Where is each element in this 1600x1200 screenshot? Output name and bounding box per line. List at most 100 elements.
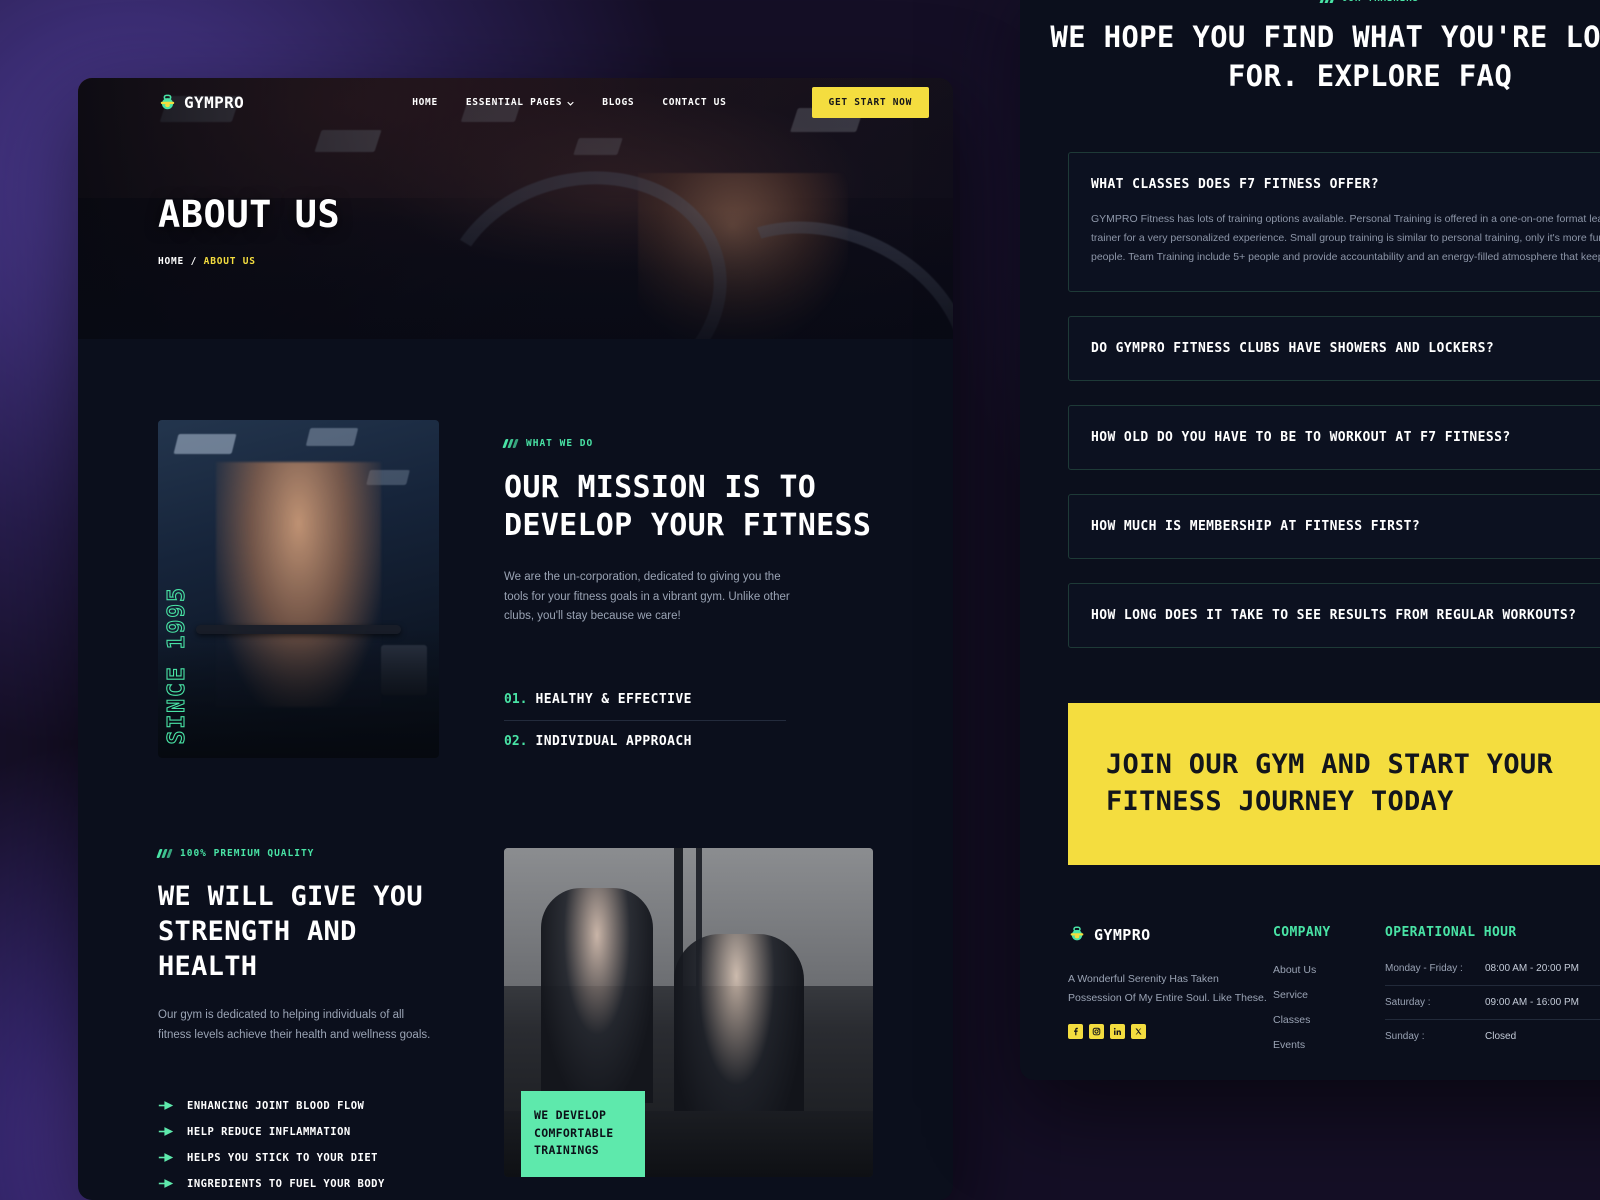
mission-section: SINCE 1995 WHAT WE DO OUR MISSION IS TO …	[158, 420, 873, 762]
about-content: SINCE 1995 WHAT WE DO OUR MISSION IS TO …	[78, 420, 953, 1200]
hero-section: GYMPRO HOME ESSENTIAL PAGES BLOGS CONTAC…	[78, 78, 953, 339]
faq-item[interactable]: DO GYMPRO FITNESS CLUBS HAVE SHOWERS AND…	[1068, 316, 1600, 382]
faq-item[interactable]: HOW MUCH IS MEMBERSHIP AT FITNESS FIRST?	[1068, 494, 1600, 560]
mission-point[interactable]: 02. INDIVIDUAL APPROACH	[504, 721, 786, 762]
benefit-item: INGREDIENTS TO FUEL YOUR BODY	[158, 1178, 439, 1190]
arrow-right-icon	[158, 1100, 174, 1111]
hours-row: Sunday : Closed	[1385, 1020, 1600, 1053]
strength-benefits: ENHANCING JOINT BLOOD FLOW HELP REDUCE I…	[158, 1100, 439, 1190]
breadcrumb-separator: /	[190, 256, 198, 267]
nav-item-contact-us[interactable]: CONTACT US	[662, 97, 726, 108]
training-image: WE DEVELOP COMFORTABLE TRAININGS	[504, 848, 873, 1178]
slash-bars-icon	[1319, 0, 1336, 3]
nav-item-blogs[interactable]: BLOGS	[602, 97, 634, 108]
site-footer: GYMPRO A Wonderful Serenity Has Taken Po…	[1068, 925, 1600, 1053]
linkedin-icon[interactable]	[1110, 1023, 1125, 1039]
faq-question: HOW LONG DOES IT TAKE TO SEE RESULTS FRO…	[1091, 608, 1577, 624]
breadcrumb: HOME / ABOUT US	[158, 256, 340, 267]
strength-text: 100% PREMIUM QUALITY WE WILL GIVE YOU ST…	[156, 848, 439, 1190]
faq-title: WE HOPE YOU FIND WHAT YOU'RE LOOKING FOR…	[1050, 20, 1600, 94]
logo-text: GYMPRO	[184, 92, 245, 112]
faq-question: HOW OLD DO YOU HAVE TO BE TO WORKOUT AT …	[1091, 430, 1511, 446]
hours-day: Sunday :	[1385, 1031, 1425, 1043]
instagram-icon[interactable]	[1089, 1023, 1104, 1039]
image-gradient	[158, 628, 439, 758]
training-badge: WE DEVELOP COMFORTABLE TRAININGS	[521, 1091, 645, 1178]
point-number: 01.	[504, 692, 528, 708]
footer-description: A Wonderful Serenity Has Taken Possessio…	[1068, 973, 1267, 1004]
benefit-item: HELPS YOU STICK TO YOUR DIET	[158, 1152, 439, 1164]
footer-link-events[interactable]: Events	[1273, 1039, 1385, 1051]
hours-time: 08:00 AM - 20:00 PM	[1485, 963, 1579, 975]
arrow-right-icon	[158, 1178, 174, 1189]
mission-heading: OUR MISSION IS TO DEVELOP YOUR FITNESS	[504, 470, 872, 544]
trainer-figure	[540, 887, 653, 1103]
mission-image: SINCE 1995	[158, 420, 439, 758]
footer-company-heading: COMPANY	[1273, 925, 1331, 941]
footer-logo[interactable]: GYMPRO	[1068, 925, 1273, 944]
hours-day: Saturday :	[1385, 997, 1431, 1009]
faq-list: WHAT CLASSES DOES F7 FITNESS OFFER? GYMP…	[1020, 151, 1600, 649]
hours-time: 09:00 AM - 16:00 PM	[1485, 997, 1579, 1009]
mission-eyebrow-label: WHAT WE DO	[526, 438, 594, 449]
nav-label: BLOGS	[602, 96, 635, 108]
since-label: SINCE 1995	[163, 585, 190, 745]
footer-brand: GYMPRO A Wonderful Serenity Has Taken Po…	[1068, 925, 1273, 1053]
footer-hours-column: OPERATIONAL HOUR Monday - Friday : 08:00…	[1385, 925, 1600, 1053]
about-page-panel: GYMPRO HOME ESSENTIAL PAGES BLOGS CONTAC…	[78, 78, 953, 1200]
nav-item-home[interactable]: HOME	[412, 97, 438, 108]
facebook-icon[interactable]	[1068, 1023, 1083, 1039]
slash-bars-icon	[156, 849, 173, 859]
join-cta-heading: JOIN OUR GYM AND START YOUR FITNESS JOUR…	[1106, 749, 1553, 818]
nav-item-essential-pages[interactable]: ESSENTIAL PAGES	[466, 97, 574, 108]
hours-table: Monday - Friday : 08:00 AM - 20:00 PM Sa…	[1385, 952, 1600, 1053]
faq-answer: GYMPRO Fitness has lots of training opti…	[1091, 212, 1600, 264]
faq-eyebrow: OUR TRAINERS	[1020, 0, 1600, 4]
footer-logo-text: GYMPRO	[1094, 925, 1151, 944]
footer-link-service[interactable]: Service	[1273, 989, 1385, 1001]
hours-time: Closed	[1485, 1031, 1517, 1043]
strength-paragraph: Our gym is dedicated to helping individu…	[158, 1009, 431, 1042]
kettlebell-icon	[1068, 925, 1087, 944]
breadcrumb-home[interactable]: HOME	[158, 256, 184, 267]
mission-eyebrow: WHAT WE DO	[502, 438, 873, 449]
hours-row: Monday - Friday : 08:00 AM - 20:00 PM	[1385, 952, 1600, 987]
footer-company-links: About Us Service Classes Events	[1273, 964, 1385, 1051]
faq-question: DO GYMPRO FITNESS CLUBS HAVE SHOWERS AND…	[1091, 341, 1495, 357]
mission-points: 01. HEALTHY & EFFECTIVE 02. INDIVIDUAL A…	[504, 679, 786, 762]
chevron-down-icon	[567, 99, 574, 106]
faq-question: WHAT CLASSES DOES F7 FITNESS OFFER?	[1091, 176, 1379, 192]
nav-label: ESSENTIAL PAGES	[465, 96, 563, 108]
benefit-item: HELP REDUCE INFLAMMATION	[158, 1126, 439, 1138]
mission-point[interactable]: 01. HEALTHY & EFFECTIVE	[504, 679, 786, 722]
benefit-label: HELPS YOU STICK TO YOUR DIET	[187, 1151, 379, 1164]
ceiling-light	[305, 428, 359, 446]
footer-hours-heading: OPERATIONAL HOUR	[1385, 925, 1517, 941]
nav-label: HOME	[412, 96, 438, 108]
footer-link-classes[interactable]: Classes	[1273, 1014, 1385, 1026]
site-header: GYMPRO HOME ESSENTIAL PAGES BLOGS CONTAC…	[78, 78, 953, 126]
kettlebell-icon	[158, 93, 177, 112]
join-cta-banner[interactable]: JOIN OUR GYM AND START YOUR FITNESS JOUR…	[1068, 703, 1600, 866]
footer-link-about-us[interactable]: About Us	[1273, 964, 1385, 976]
faq-item[interactable]: HOW OLD DO YOU HAVE TO BE TO WORKOUT AT …	[1068, 405, 1600, 471]
strength-eyebrow-label: 100% PREMIUM QUALITY	[180, 848, 315, 860]
hero-content: ABOUT US HOME / ABOUT US	[158, 196, 340, 267]
arrow-right-icon	[158, 1152, 174, 1163]
faq-question: HOW MUCH IS MEMBERSHIP AT FITNESS FIRST?	[1091, 519, 1421, 535]
x-icon[interactable]	[1131, 1023, 1146, 1039]
point-number: 02.	[504, 734, 528, 750]
strength-eyebrow: 100% PREMIUM QUALITY	[156, 848, 439, 860]
benefit-item: ENHANCING JOINT BLOOD FLOW	[158, 1100, 439, 1112]
get-start-now-button[interactable]: GET START NOW	[811, 86, 929, 118]
faq-item[interactable]: WHAT CLASSES DOES F7 FITNESS OFFER? GYMP…	[1068, 151, 1600, 293]
hours-row: Saturday : 09:00 AM - 16:00 PM	[1385, 986, 1600, 1021]
logo[interactable]: GYMPRO	[158, 93, 244, 112]
slash-bars-icon	[502, 439, 519, 448]
ceiling-light	[173, 434, 237, 454]
breadcrumb-current: ABOUT US	[203, 256, 256, 267]
hours-day: Monday - Friday :	[1385, 963, 1463, 975]
mission-paragraph: We are the un-corporation, dedicated to …	[504, 570, 790, 623]
point-label: INDIVIDUAL APPROACH	[535, 734, 692, 750]
faq-item[interactable]: HOW LONG DOES IT TAKE TO SEE RESULTS FRO…	[1068, 583, 1600, 649]
